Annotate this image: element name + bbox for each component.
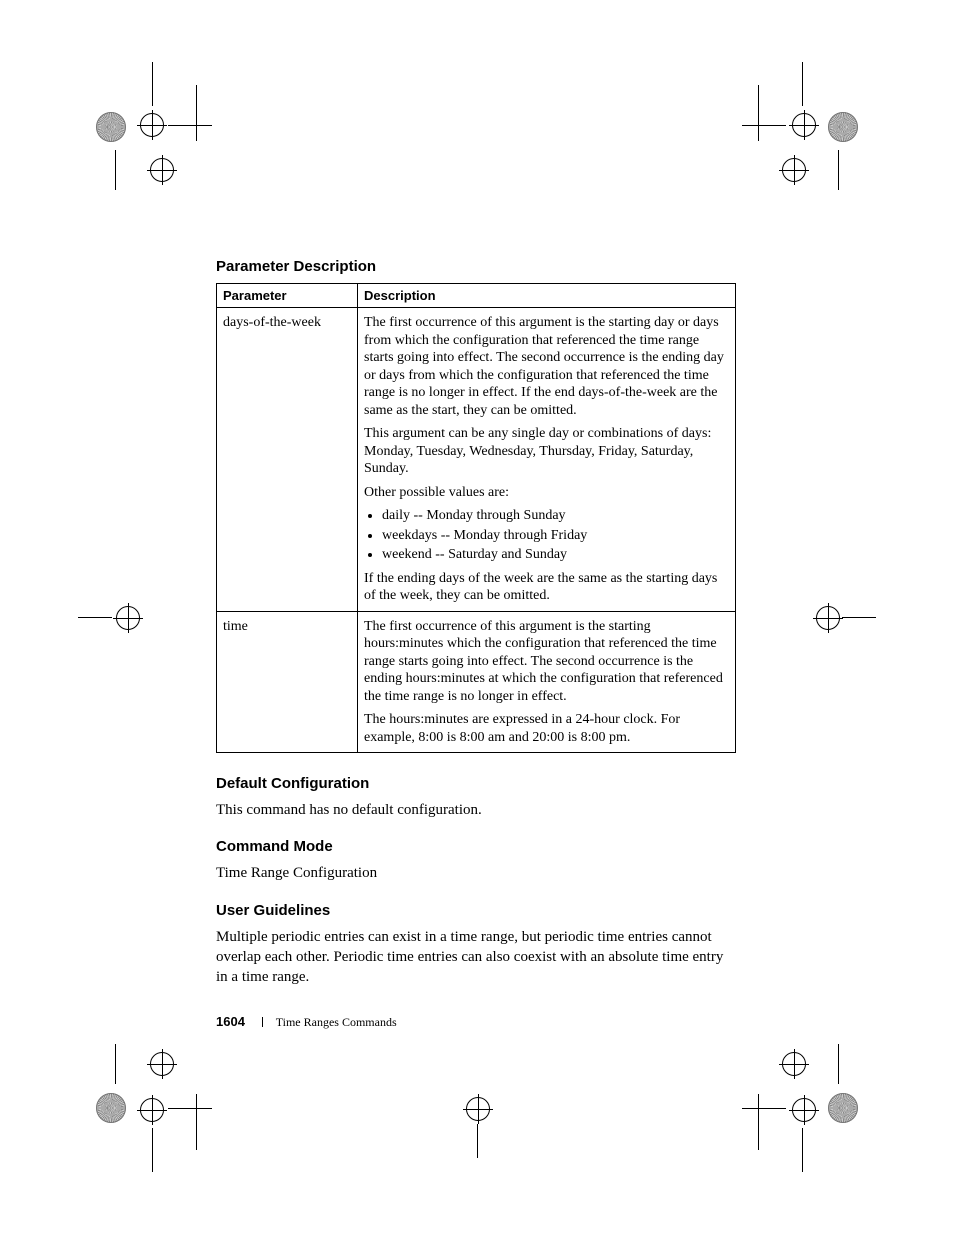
table-row: days-of-the-week The first occurrence of… bbox=[217, 308, 736, 612]
desc-paragraph: If the ending days of the week are the s… bbox=[364, 570, 729, 605]
page-footer: 1604 Time Ranges Commands bbox=[216, 1014, 397, 1030]
th-description: Description bbox=[358, 284, 736, 308]
heading-user-guidelines: User Guidelines bbox=[216, 902, 736, 919]
user-guidelines-text: Multiple periodic entries can exist in a… bbox=[216, 927, 736, 988]
param-name: time bbox=[217, 611, 358, 753]
desc-paragraph: The first occurrence of this argument is… bbox=[364, 618, 729, 706]
desc-paragraph: This argument can be any single day or c… bbox=[364, 425, 729, 478]
table-row: time The first occurrence of this argume… bbox=[217, 611, 736, 753]
page-number: 1604 bbox=[216, 1014, 245, 1029]
param-desc: The first occurrence of this argument is… bbox=[358, 611, 736, 753]
heading-parameter-description: Parameter Description bbox=[216, 258, 736, 275]
desc-bullets: daily -- Monday through Sunday weekdays … bbox=[364, 507, 729, 564]
list-item: daily -- Monday through Sunday bbox=[382, 507, 729, 525]
parameter-table: Parameter Description days-of-the-week T… bbox=[216, 283, 736, 753]
list-item: weekdays -- Monday through Friday bbox=[382, 527, 729, 545]
desc-paragraph: The hours:minutes are expressed in a 24-… bbox=[364, 711, 729, 746]
th-parameter: Parameter bbox=[217, 284, 358, 308]
heading-default-configuration: Default Configuration bbox=[216, 775, 736, 792]
heading-command-mode: Command Mode bbox=[216, 838, 736, 855]
command-mode-text: Time Range Configuration bbox=[216, 863, 736, 883]
desc-paragraph: Other possible values are: bbox=[364, 484, 729, 502]
param-name: days-of-the-week bbox=[217, 308, 358, 612]
footer-section-title: Time Ranges Commands bbox=[276, 1015, 397, 1029]
desc-paragraph: The first occurrence of this argument is… bbox=[364, 314, 729, 419]
page-content: Parameter Description Parameter Descript… bbox=[216, 258, 736, 1005]
footer-separator bbox=[262, 1017, 263, 1027]
list-item: weekend -- Saturday and Sunday bbox=[382, 546, 729, 564]
param-desc: The first occurrence of this argument is… bbox=[358, 308, 736, 612]
default-configuration-text: This command has no default configuratio… bbox=[216, 800, 736, 820]
